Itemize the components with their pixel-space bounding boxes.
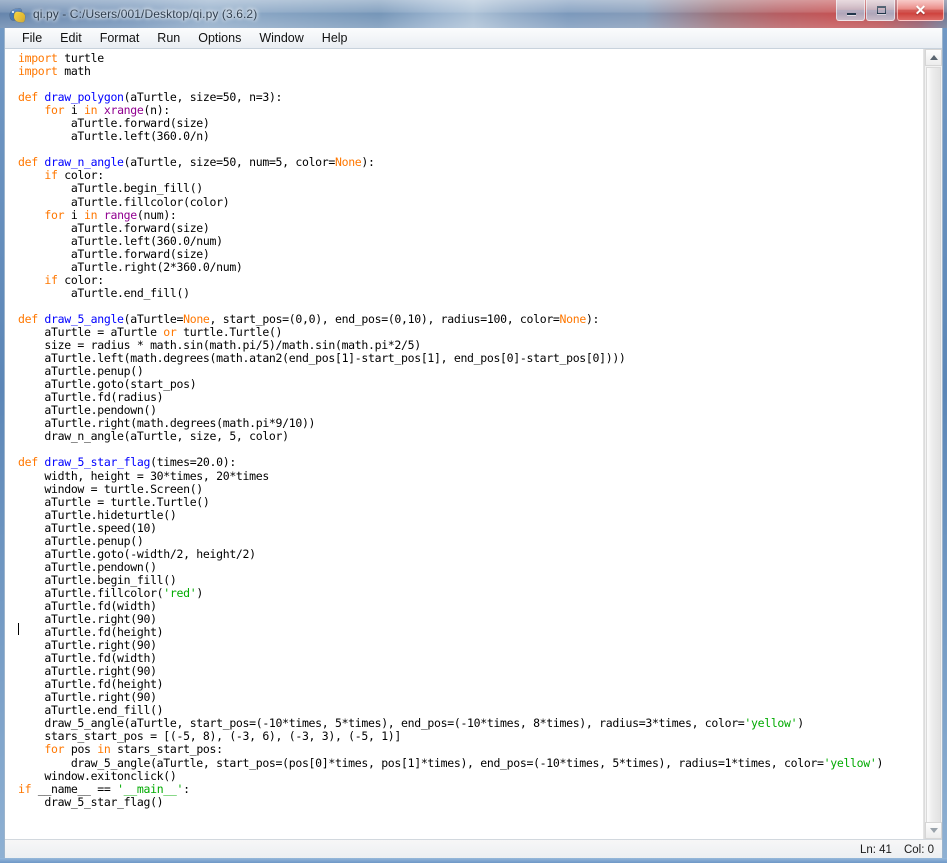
close-button[interactable]: ✕: [897, 0, 944, 21]
maximize-button[interactable]: [866, 0, 895, 21]
code-editor[interactable]: import turtle import math def draw_polygo…: [5, 49, 924, 839]
menu-item-options[interactable]: Options: [189, 29, 250, 48]
text-cursor: [18, 623, 19, 635]
scroll-down-icon: [929, 828, 938, 833]
status-line-number: Ln: 41: [859, 843, 892, 856]
title-bar[interactable]: qi.py - C:/Users/001/Desktop/qi.py (3.6.…: [0, 0, 947, 28]
idle-window: qi.py - C:/Users/001/Desktop/qi.py (3.6.…: [0, 0, 947, 863]
status-column-number: Col: 0: [903, 843, 934, 856]
close-icon: ✕: [914, 1, 927, 18]
menu-item-window[interactable]: Window: [250, 29, 312, 48]
maximize-icon: [877, 6, 886, 14]
minimize-button[interactable]: [836, 0, 865, 21]
menu-item-file[interactable]: File: [13, 29, 51, 48]
vertical-scrollbar[interactable]: [924, 49, 942, 839]
menu-bar: File Edit Format Run Options Window Help: [5, 28, 942, 49]
code-text[interactable]: import turtle import math def draw_polygo…: [5, 49, 923, 809]
scrollbar-thumb[interactable]: [926, 67, 941, 827]
window-client-area: File Edit Format Run Options Window Help…: [0, 28, 947, 863]
window-title: qi.py - C:/Users/001/Desktop/qi.py (3.6.…: [33, 7, 258, 21]
menu-item-edit[interactable]: Edit: [51, 29, 91, 48]
editor-region: import turtle import math def draw_polygo…: [5, 49, 942, 858]
scroll-up-icon: [929, 55, 938, 60]
status-bar: Ln: 41 Col: 0: [5, 839, 942, 858]
window-bottom-edge: [0, 858, 947, 863]
menu-item-help[interactable]: Help: [313, 29, 357, 48]
scroll-down-button[interactable]: [925, 822, 942, 839]
python-idle-icon: [9, 6, 26, 23]
scroll-up-button[interactable]: [925, 49, 942, 66]
minimize-icon: [847, 13, 856, 15]
menu-item-run[interactable]: Run: [148, 29, 189, 48]
window-controls: ✕: [835, 0, 944, 21]
menu-item-format[interactable]: Format: [91, 29, 149, 48]
